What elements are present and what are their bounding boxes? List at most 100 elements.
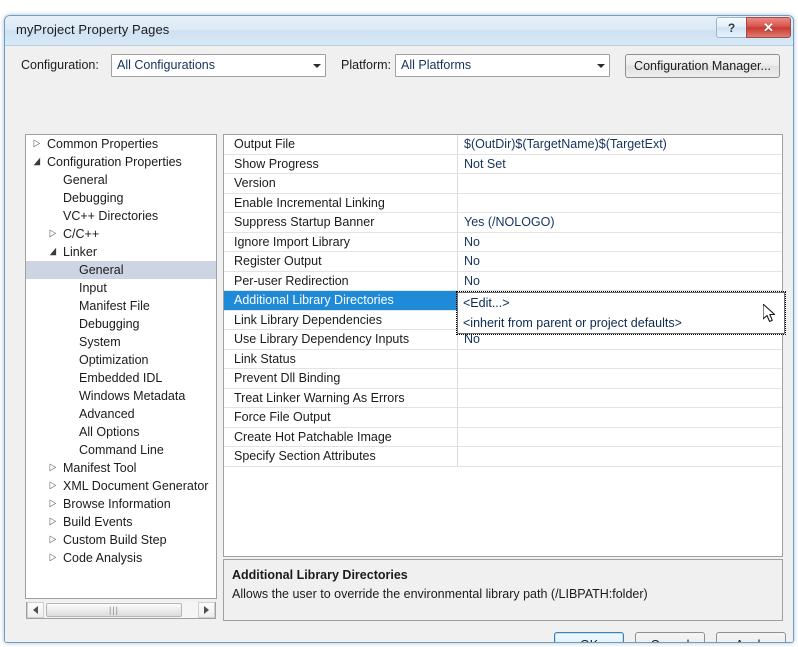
property-row[interactable]: Output File $(OutDir)$(TargetName)$(Targe… xyxy=(224,135,782,155)
property-row[interactable]: Show Progress Not Set xyxy=(224,154,782,174)
property-value[interactable]: No xyxy=(458,252,782,271)
apply-button[interactable]: Apply xyxy=(716,632,786,642)
tree-item[interactable]: ▷ Common Properties xyxy=(26,135,216,153)
tree-horizontal-scrollbar[interactable]: ||| xyxy=(26,602,216,619)
property-value[interactable] xyxy=(458,350,782,369)
property-name: Link Status xyxy=(224,349,458,368)
chevron-down-icon xyxy=(592,55,609,76)
tree-item[interactable]: ▷ Build Events xyxy=(26,513,216,531)
tree-item-label: Debugging xyxy=(63,191,124,205)
property-row[interactable]: Register Output No xyxy=(224,252,782,272)
tree-item[interactable]: Debugging xyxy=(26,189,216,207)
tree-item[interactable]: VC++ Directories xyxy=(26,207,216,225)
tree-item-label: Common Properties xyxy=(47,137,159,151)
tree-item[interactable]: Optimization xyxy=(26,351,216,369)
tree-item[interactable]: Advanced xyxy=(26,405,216,423)
property-value[interactable] xyxy=(458,369,782,388)
property-value[interactable]: Not Set xyxy=(458,155,782,174)
property-value[interactable]: $(OutDir)$(TargetName)$(TargetExt) xyxy=(458,135,782,154)
property-grid-panel[interactable]: Output File $(OutDir)$(TargetName)$(Targe… xyxy=(223,134,783,557)
expand-arrow-icon[interactable]: ▷ xyxy=(45,499,61,509)
tree-item[interactable]: Debugging xyxy=(26,315,216,333)
title-bar[interactable]: myProject Property Pages ? ✕ xyxy=(5,16,793,46)
tree-item-label: Windows Metadata xyxy=(79,389,186,403)
tree-item-label: C/C++ xyxy=(63,227,100,241)
expand-arrow-icon[interactable]: ▷ xyxy=(45,229,61,239)
property-value[interactable] xyxy=(458,174,782,193)
property-row[interactable]: Prevent Dll Binding xyxy=(224,369,782,389)
tree-item[interactable]: Input xyxy=(26,279,216,297)
chevron-down-icon xyxy=(308,55,325,76)
tree-item-label: All Options xyxy=(79,425,140,439)
tree-item[interactable]: ▷ Manifest Tool xyxy=(26,459,216,477)
properties-tree-panel[interactable]: ▷ Common Properties ◢ Configuration Propert… xyxy=(25,134,217,599)
platform-dropdown[interactable]: All Platforms xyxy=(395,54,610,77)
tree-item[interactable]: Command Line xyxy=(26,441,216,459)
property-value[interactable] xyxy=(458,428,782,447)
dropdown-item-edit[interactable]: <Edit...> xyxy=(458,293,784,313)
property-row[interactable]: Specify Section Attributes xyxy=(224,447,782,467)
tree-item[interactable]: General xyxy=(26,171,216,189)
tree-item[interactable]: General xyxy=(26,261,216,279)
scrollbar-track[interactable]: ||| xyxy=(44,602,198,618)
tree-item[interactable]: All Options xyxy=(26,423,216,441)
property-row[interactable]: Suppress Startup Banner Yes (/NOLOGO) xyxy=(224,213,782,233)
property-row[interactable]: Per-user Redirection No xyxy=(224,271,782,291)
property-row[interactable]: Force File Output xyxy=(224,408,782,428)
tree-item[interactable]: ▷ Code Analysis xyxy=(26,549,216,567)
tree-item[interactable]: ▷ Custom Build Step xyxy=(26,531,216,549)
scrollbar-grip-icon: ||| xyxy=(108,605,119,615)
configuration-value: All Configurations xyxy=(117,58,215,72)
expand-arrow-icon[interactable]: ▷ xyxy=(45,553,61,563)
property-value[interactable] xyxy=(458,447,782,466)
expand-arrow-icon[interactable]: ▷ xyxy=(29,139,45,149)
value-dropdown-popup[interactable]: <Edit...> <inherit from parent or projec… xyxy=(456,291,786,335)
scrollbar-thumb[interactable]: ||| xyxy=(46,603,182,617)
ok-button[interactable]: OK xyxy=(554,632,624,642)
help-button[interactable]: ? xyxy=(716,17,746,38)
properties-tree[interactable]: ▷ Common Properties ◢ Configuration Propert… xyxy=(26,135,216,598)
tree-item[interactable]: System xyxy=(26,333,216,351)
property-value[interactable] xyxy=(458,408,782,427)
tree-item-label: Browse Information xyxy=(63,497,171,511)
tree-item-label: System xyxy=(79,335,121,349)
tree-item[interactable]: ◢ Linker xyxy=(26,243,216,261)
tree-item[interactable]: ▷ XML Document Generator xyxy=(26,477,216,495)
property-row[interactable]: Version xyxy=(224,174,782,194)
expand-arrow-icon[interactable]: ▷ xyxy=(45,535,61,545)
collapse-arrow-icon[interactable]: ◢ xyxy=(45,247,61,257)
property-value[interactable]: Yes (/NOLOGO) xyxy=(458,213,782,232)
dropdown-item-inherit[interactable]: <inherit from parent or project defaults… xyxy=(458,313,784,333)
property-name: Version xyxy=(224,174,458,193)
tree-item[interactable]: ◢ Configuration Properties xyxy=(26,153,216,171)
cancel-button[interactable]: Cancel xyxy=(635,632,705,642)
expand-arrow-icon[interactable]: ▷ xyxy=(45,481,61,491)
property-value[interactable]: No xyxy=(458,233,782,252)
collapse-arrow-icon[interactable]: ◢ xyxy=(29,157,45,167)
tree-item[interactable]: ▷ Browse Information xyxy=(26,495,216,513)
property-row[interactable]: Link Status xyxy=(224,349,782,369)
tree-item[interactable]: Manifest File xyxy=(26,297,216,315)
tree-item-label: Manifest File xyxy=(79,299,150,313)
description-text: Allows the user to override the environm… xyxy=(232,587,648,601)
property-row[interactable]: Enable Incremental Linking xyxy=(224,193,782,213)
platform-value: All Platforms xyxy=(401,58,472,72)
property-value[interactable] xyxy=(458,194,782,213)
property-value[interactable]: No xyxy=(458,272,782,291)
property-grid[interactable]: Output File $(OutDir)$(TargetName)$(Targe… xyxy=(224,135,782,556)
scroll-left-arrow-icon[interactable] xyxy=(27,602,44,618)
property-row[interactable]: Create Hot Patchable Image xyxy=(224,427,782,447)
tree-item[interactable]: Windows Metadata xyxy=(26,387,216,405)
property-value[interactable] xyxy=(458,389,782,408)
configuration-manager-button[interactable]: Configuration Manager... xyxy=(625,54,780,78)
tree-item[interactable]: Embedded IDL xyxy=(26,369,216,387)
tree-item[interactable]: ▷ C/C++ xyxy=(26,225,216,243)
property-row[interactable]: Treat Linker Warning As Errors xyxy=(224,388,782,408)
tree-item-label: Optimization xyxy=(79,353,149,367)
expand-arrow-icon[interactable]: ▷ xyxy=(45,517,61,527)
close-button[interactable]: ✕ xyxy=(746,17,791,38)
configuration-dropdown[interactable]: All Configurations xyxy=(111,54,326,77)
property-row[interactable]: Ignore Import Library No xyxy=(224,232,782,252)
expand-arrow-icon[interactable]: ▷ xyxy=(45,463,61,473)
scroll-right-arrow-icon[interactable] xyxy=(198,602,215,618)
